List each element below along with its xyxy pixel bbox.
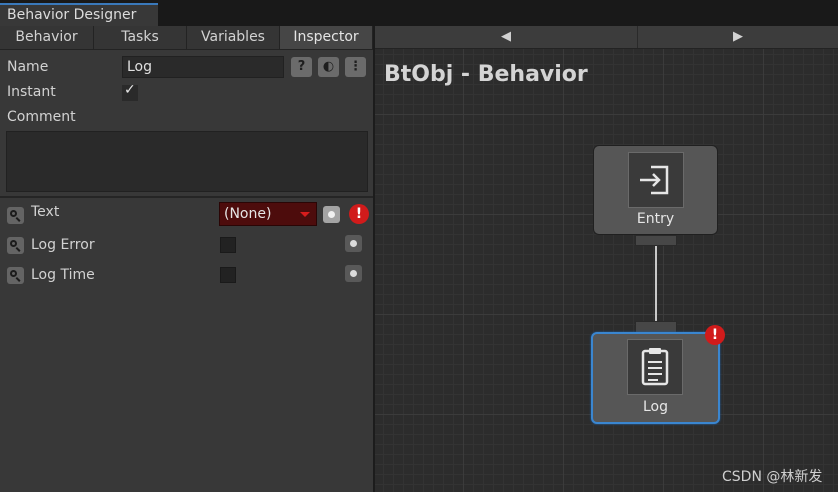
toggle-button[interactable]: ◐ (318, 57, 339, 77)
tab-bar: Behavior Tasks Variables Inspector (0, 26, 375, 50)
help-button[interactable]: ? (291, 57, 312, 77)
node-label: Log (642, 399, 668, 415)
tab-variables[interactable]: Variables (187, 26, 280, 49)
watermark: CSDN @林新发 (722, 469, 823, 485)
log-time-checkbox[interactable] (220, 267, 236, 283)
text-shared-variable-dropdown[interactable]: (None) (219, 202, 317, 226)
window-title-bar: Behavior Designer (0, 0, 838, 26)
entry-output-port[interactable] (635, 235, 677, 246)
comment-textarea[interactable] (6, 131, 368, 192)
text-variable-toggle-button[interactable] (323, 206, 340, 223)
warning-icon: ! (349, 204, 369, 224)
nav-next-button[interactable]: ▶ (638, 26, 838, 48)
name-field[interactable] (122, 56, 284, 78)
menu-button[interactable]: ⋮ (345, 57, 366, 77)
entry-icon (628, 152, 684, 208)
left-panel: Behavior Tasks Variables Inspector Name … (0, 26, 375, 492)
node-connection (655, 244, 657, 322)
search-icon[interactable] (7, 207, 24, 224)
tab-inspector[interactable]: Inspector (280, 26, 373, 49)
node-label: Entry (636, 211, 675, 227)
field-label-log-error: Log Error (31, 237, 95, 253)
dropdown-arrow-icon (300, 212, 310, 217)
comment-label: Comment (7, 109, 76, 125)
tab-tasks[interactable]: Tasks (94, 26, 187, 49)
tab-behavior[interactable]: Behavior (0, 26, 94, 49)
log-time-toggle-button[interactable] (345, 265, 362, 282)
dropdown-value: (None) (224, 206, 272, 222)
search-icon[interactable] (7, 237, 24, 254)
clipboard-icon (627, 339, 683, 395)
nav-prev-button[interactable]: ◀ (375, 26, 638, 48)
log-task-node[interactable]: Log (591, 332, 720, 424)
field-label-log-time: Log Time (31, 267, 95, 283)
graph-title: BtObj - Behavior (384, 62, 588, 87)
instant-label: Instant (7, 84, 56, 100)
instant-checkbox[interactable]: ✓ (122, 82, 138, 101)
search-icon[interactable] (7, 267, 24, 284)
graph-navbar: ◀ ▶ (375, 26, 838, 49)
entry-node[interactable]: Entry (593, 145, 718, 235)
graph-canvas[interactable]: ◀ ▶ BtObj - Behavior Entry Log ! (375, 26, 838, 492)
field-label-text: Text (31, 204, 60, 220)
log-error-toggle-button[interactable] (345, 235, 362, 252)
name-label: Name (7, 59, 49, 75)
divider (0, 196, 375, 198)
window-tab[interactable]: Behavior Designer (0, 3, 158, 26)
checkmark-icon: ✓ (124, 82, 136, 98)
warning-icon: ! (705, 325, 725, 345)
log-error-checkbox[interactable] (220, 237, 236, 253)
